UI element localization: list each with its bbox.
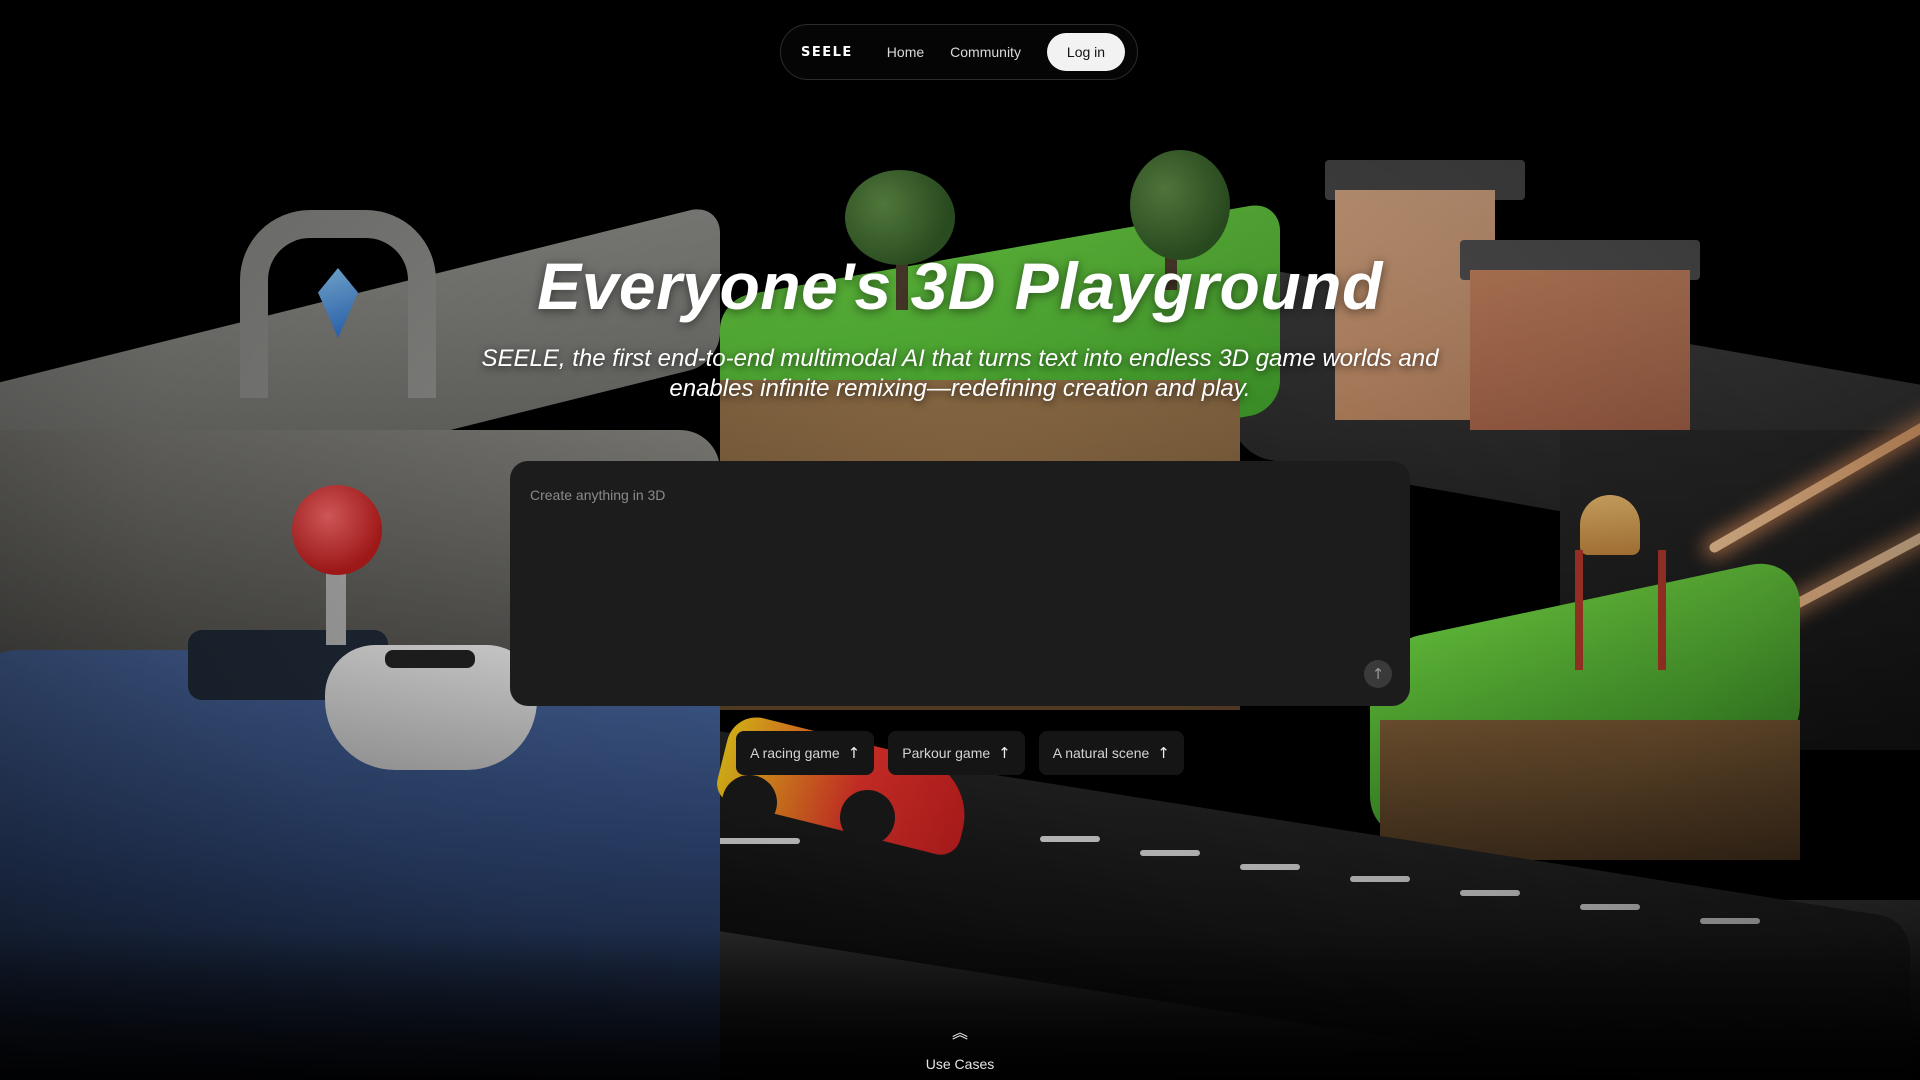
prompt-box: ↑ — [510, 461, 1410, 706]
nav-link-community[interactable]: Community — [950, 44, 1021, 60]
arrow-up-icon: ↑ — [847, 744, 861, 762]
login-button[interactable]: Log in — [1047, 33, 1125, 71]
nav-link-home[interactable]: Home — [887, 44, 924, 60]
arrow-up-icon: ↑ — [1371, 665, 1385, 683]
chip-label: Parkour game — [902, 745, 991, 761]
arrow-up-icon: ↑ — [1157, 744, 1170, 762]
prompt-input[interactable] — [510, 461, 1410, 706]
seele-logo[interactable]: SEELE — [801, 45, 853, 60]
hero-subtitle: SEELE, the first end-to-end multimodal A… — [481, 345, 1439, 402]
send-button[interactable]: ↑ — [1364, 660, 1392, 688]
suggestion-racing-game[interactable]: A racing game ↑ — [736, 731, 875, 775]
double-chevron-up-icon: ︽ — [951, 1023, 968, 1042]
page: SEELE Home Community Log in Everyone's 3… — [0, 0, 1920, 1080]
chip-label: A natural scene — [1052, 745, 1150, 761]
hero-title: Everyone's 3D Playground — [537, 249, 1383, 323]
suggestion-natural-scene[interactable]: A natural scene ↑ — [1038, 731, 1184, 775]
top-nav: SEELE Home Community Log in — [780, 24, 1138, 80]
arrow-up-icon: ↑ — [998, 744, 1011, 762]
chip-label: A racing game — [750, 745, 840, 761]
use-cases-link[interactable]: ︽ Use Cases — [0, 1023, 1920, 1073]
use-cases-label: Use Cases — [925, 1056, 995, 1072]
suggestion-chips: A racing game ↑ Parkour game ↑ A natural… — [0, 731, 1920, 775]
suggestion-parkour-game[interactable]: Parkour game ↑ — [888, 731, 1025, 775]
